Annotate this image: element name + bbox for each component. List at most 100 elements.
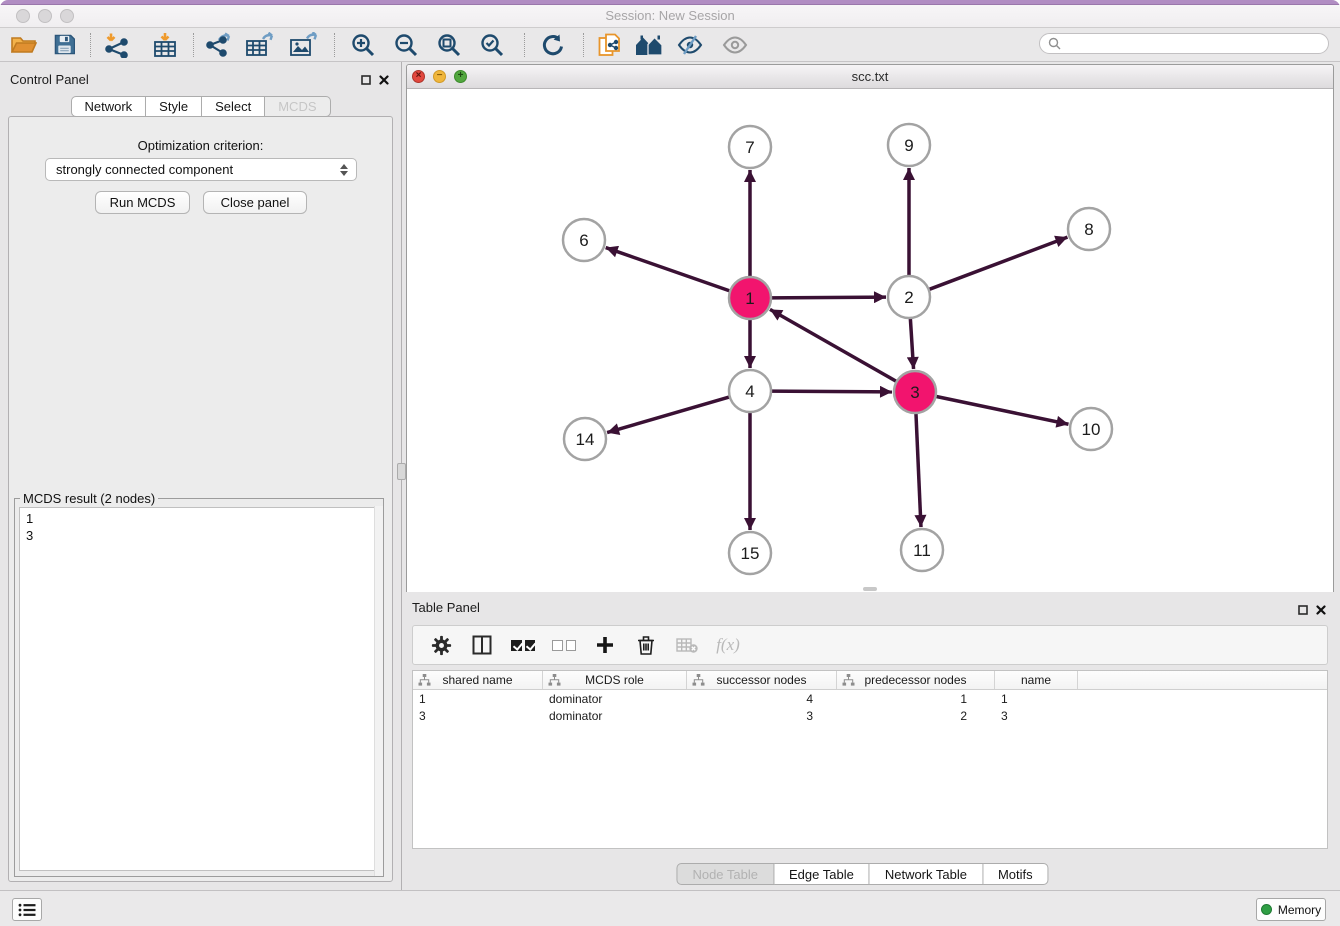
- table-cell[interactable]: 3: [687, 709, 837, 723]
- float-panel-icon[interactable]: [1298, 602, 1308, 620]
- table-settings-button[interactable]: [429, 633, 453, 657]
- search-field[interactable]: [1039, 33, 1329, 54]
- node-6[interactable]: 6: [563, 219, 605, 261]
- node-1[interactable]: 1: [729, 277, 771, 319]
- search-input[interactable]: [1066, 36, 1328, 52]
- tab-network-table[interactable]: Network Table: [870, 863, 983, 885]
- minimize-window-icon[interactable]: [38, 9, 52, 23]
- table-cell[interactable]: dominator: [543, 692, 687, 706]
- table-cell[interactable]: 2: [837, 709, 995, 723]
- tab-select[interactable]: Select: [202, 96, 265, 117]
- minimize-view-icon[interactable]: [433, 70, 446, 83]
- node-10[interactable]: 10: [1070, 408, 1112, 450]
- import-table-button[interactable]: [145, 30, 185, 60]
- edge-1-6[interactable]: [606, 248, 731, 292]
- column-header-predecessor-nodes[interactable]: predecessor nodes: [837, 671, 995, 689]
- mcds-result-list[interactable]: 13: [19, 507, 376, 871]
- edge-2-3[interactable]: [910, 317, 913, 369]
- export-table-button[interactable]: [240, 30, 280, 60]
- network-window-titlebar[interactable]: scc.txt: [407, 65, 1333, 89]
- edge-3-10[interactable]: [935, 396, 1069, 424]
- node-14[interactable]: 14: [564, 418, 606, 460]
- zoom-in-button[interactable]: [343, 30, 383, 60]
- edge-4-14[interactable]: [607, 397, 731, 433]
- node-label: 11: [913, 541, 931, 560]
- node-9[interactable]: 9: [888, 124, 930, 166]
- export-image-button[interactable]: [284, 30, 324, 60]
- column-header-MCDS-role[interactable]: MCDS role: [543, 671, 687, 689]
- node-15[interactable]: 15: [729, 532, 771, 574]
- table-cell[interactable]: 1: [995, 692, 1078, 706]
- node-2[interactable]: 2: [888, 276, 930, 318]
- canvas-scrollbar-nub[interactable]: [863, 587, 877, 591]
- close-panel-icon[interactable]: [379, 72, 389, 90]
- clone-network-button[interactable]: [590, 30, 630, 60]
- zoom-out-button[interactable]: [386, 30, 426, 60]
- gear-icon: [431, 635, 452, 656]
- tab-network[interactable]: Network: [70, 96, 146, 117]
- tab-edge-table[interactable]: Edge Table: [774, 863, 870, 885]
- show-column-button[interactable]: [470, 633, 494, 657]
- table-cell[interactable]: dominator: [543, 709, 687, 723]
- export-network-button[interactable]: [200, 30, 240, 60]
- close-window-icon[interactable]: [16, 9, 30, 23]
- table-cell[interactable]: 4: [687, 692, 837, 706]
- node-3[interactable]: 3: [894, 371, 936, 413]
- edge-3-11[interactable]: [916, 412, 921, 527]
- column-header-name[interactable]: name: [995, 671, 1078, 689]
- tab-node-table[interactable]: Node Table: [676, 863, 774, 885]
- memory-status-icon: [1261, 904, 1272, 915]
- panel-splitter-handle[interactable]: [397, 463, 406, 480]
- memory-button[interactable]: Memory: [1256, 898, 1326, 921]
- table-cell[interactable]: 1: [413, 692, 543, 706]
- tab-style[interactable]: Style: [146, 96, 202, 117]
- maximize-view-icon[interactable]: [454, 70, 467, 83]
- delete-row-button[interactable]: [634, 633, 658, 657]
- close-panel-button[interactable]: Close panel: [203, 191, 307, 214]
- column-header-successor-nodes[interactable]: successor nodes: [687, 671, 837, 689]
- result-scrollbar[interactable]: [374, 506, 383, 876]
- tab-motifs[interactable]: Motifs: [983, 863, 1049, 885]
- node-8[interactable]: 8: [1068, 208, 1110, 250]
- zoom-window-icon[interactable]: [60, 9, 74, 23]
- zoom-fit-button[interactable]: [429, 30, 469, 60]
- criterion-dropdown[interactable]: strongly connected component: [45, 158, 357, 181]
- checked-box-icon: [525, 640, 536, 651]
- open-session-button[interactable]: [4, 30, 44, 60]
- refresh-view-button[interactable]: [533, 30, 573, 60]
- float-panel-icon[interactable]: [361, 72, 371, 90]
- edge-3-1[interactable]: [770, 309, 898, 382]
- deselect-all-button[interactable]: [552, 633, 576, 657]
- table-cell[interactable]: 1: [837, 692, 995, 706]
- hide-panel-button[interactable]: [670, 30, 710, 60]
- network-canvas[interactable]: 7 9 6 8 1 2 4 3 14 10 15 11: [407, 89, 1333, 592]
- close-view-icon[interactable]: [412, 70, 425, 83]
- open-folder-icon: [11, 35, 37, 55]
- edge-2-8[interactable]: [928, 237, 1068, 290]
- table-cell[interactable]: 3: [413, 709, 543, 723]
- select-all-button[interactable]: [511, 633, 535, 657]
- import-table-icon: [152, 32, 178, 58]
- edge-1-2[interactable]: [770, 297, 886, 298]
- column-header-shared-name[interactable]: shared name: [413, 671, 543, 689]
- table-row[interactable]: 3dominator323: [413, 707, 1327, 724]
- table-row[interactable]: 1dominator411: [413, 690, 1327, 707]
- add-row-button[interactable]: [593, 633, 617, 657]
- edge-4-3[interactable]: [770, 391, 892, 392]
- show-panel-button[interactable]: [715, 30, 755, 60]
- close-panel-icon[interactable]: [1316, 602, 1326, 620]
- run-mcds-button[interactable]: Run MCDS: [95, 191, 190, 214]
- node-11[interactable]: 11: [901, 529, 943, 571]
- import-network-button[interactable]: [97, 30, 137, 60]
- delete-column-icon: [676, 637, 698, 653]
- save-session-button[interactable]: [44, 30, 84, 60]
- home-view-button[interactable]: [630, 30, 670, 60]
- node-7[interactable]: 7: [729, 126, 771, 168]
- task-history-button[interactable]: [12, 898, 42, 921]
- tab-mcds[interactable]: MCDS: [265, 96, 330, 117]
- zoom-selected-button[interactable]: [472, 30, 512, 60]
- table-cell[interactable]: 3: [995, 709, 1078, 723]
- mcds-result-title: MCDS result (2 nodes): [20, 491, 158, 506]
- node-4[interactable]: 4: [729, 370, 771, 412]
- mcds-result-item: 3: [26, 527, 369, 544]
